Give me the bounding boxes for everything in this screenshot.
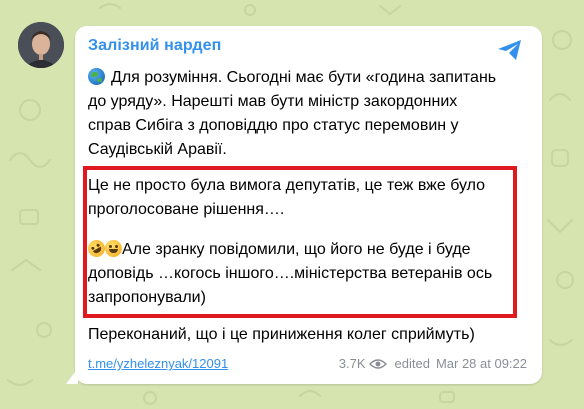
message-bubble: Залізний нардеп Для розуміння. Сьогодні …: [75, 26, 542, 384]
message-paragraph-3: Але зранку повідомили, що його не буде і…: [84, 236, 492, 310]
share-button[interactable]: [496, 38, 524, 62]
message-link[interactable]: t.me/yzheleznyak/12091: [88, 356, 228, 371]
message-paragraph-1: Для розуміння. Сьогодні має бути «година…: [88, 68, 497, 158]
eye-icon: [368, 358, 387, 369]
edited-label: edited: [394, 356, 430, 371]
message-paragraph-4: Переконаний, що і це приниження колег сп…: [88, 326, 475, 343]
bubble-tail: [66, 368, 78, 384]
channel-avatar[interactable]: [18, 22, 64, 68]
message-meta: 3.7K edited Mar 28 at 09:22: [339, 356, 527, 371]
avatar-portrait: [18, 22, 64, 68]
grin-emoji: [105, 240, 122, 257]
channel-author[interactable]: Залізний нардеп: [88, 37, 221, 55]
globe-emoji: [88, 68, 105, 85]
message-timestamp: Mar 28 at 09:22: [435, 356, 527, 371]
message-paragraph-2: Це не просто була вимога депутатів, це т…: [88, 177, 486, 218]
share-icon: [498, 40, 521, 60]
views-count: 3.7K: [338, 356, 366, 371]
